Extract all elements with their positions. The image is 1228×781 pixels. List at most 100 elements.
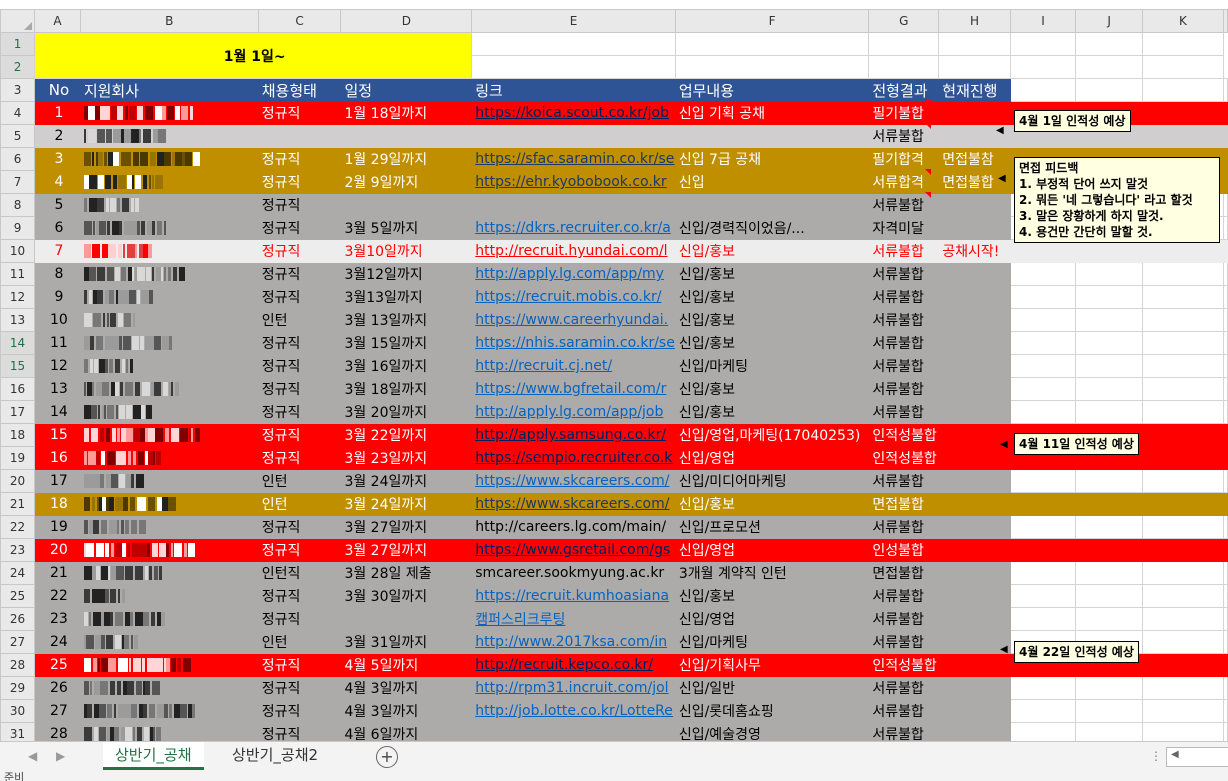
- column-header-I[interactable]: I: [1009, 9, 1077, 33]
- link-text[interactable]: https://www.skcareers.com/: [475, 473, 669, 489]
- header-date[interactable]: 일정: [340, 78, 473, 102]
- empty-cell[interactable]: [1223, 308, 1228, 332]
- add-sheet-icon[interactable]: +: [376, 746, 398, 768]
- company-cell[interactable]: [79, 101, 259, 125]
- row-header-25[interactable]: 25: [0, 584, 36, 608]
- header-company[interactable]: 지원회사: [79, 78, 259, 102]
- row-header-19[interactable]: 19: [0, 446, 36, 470]
- result-cell[interactable]: 서류불합: [868, 239, 940, 263]
- task-cell[interactable]: 신입/미디어마케팅: [674, 469, 870, 493]
- company-cell[interactable]: [79, 377, 259, 401]
- status-cell[interactable]: [938, 400, 1011, 424]
- row-header-23[interactable]: 23: [0, 538, 36, 562]
- date-cell[interactable]: 1월 18일까지: [340, 101, 473, 125]
- status-cell[interactable]: [938, 377, 1011, 401]
- empty-cell[interactable]: [1223, 607, 1228, 631]
- task-cell[interactable]: 신입/마케팅: [674, 630, 870, 654]
- empty-cell[interactable]: [868, 55, 940, 79]
- no-cell[interactable]: 16: [34, 446, 81, 470]
- horizontal-scrollbar[interactable]: ◀: [1166, 747, 1228, 767]
- date-cell[interactable]: 3월 31일까지: [340, 630, 473, 654]
- task-cell[interactable]: 신입/홍보: [674, 308, 870, 332]
- no-cell[interactable]: 22: [34, 584, 81, 608]
- type-cell[interactable]: 인턴직: [257, 561, 342, 585]
- empty-cell[interactable]: [1223, 400, 1228, 424]
- empty-cell[interactable]: [1223, 285, 1228, 309]
- sheet-tab-1[interactable]: 상반기_공채: [103, 742, 204, 770]
- empty-cell[interactable]: [674, 55, 870, 79]
- link-text[interactable]: https://recruit.mobis.co.kr/: [475, 289, 661, 305]
- empty-cell[interactable]: [1141, 308, 1225, 332]
- status-cell[interactable]: [938, 469, 1011, 493]
- empty-cell[interactable]: [1075, 377, 1143, 401]
- comment-box-samsung[interactable]: 4월 11일 인적성 예상: [1014, 433, 1139, 455]
- task-cell[interactable]: [674, 124, 870, 148]
- row-header-4[interactable]: 4: [0, 101, 36, 125]
- empty-cell[interactable]: [938, 32, 1011, 56]
- type-cell[interactable]: 정규직: [257, 331, 342, 355]
- empty-cell[interactable]: [1075, 515, 1143, 539]
- date-cell[interactable]: 3월12일까지: [340, 262, 473, 286]
- date-cell[interactable]: 2월 9일까지: [340, 170, 473, 194]
- comment-indicator-icon[interactable]: [925, 169, 931, 175]
- empty-cell[interactable]: [1075, 331, 1143, 355]
- company-cell[interactable]: [79, 561, 259, 585]
- status-cell[interactable]: [938, 101, 1011, 125]
- company-cell[interactable]: [79, 285, 259, 309]
- company-cell[interactable]: [79, 423, 259, 447]
- status-cell[interactable]: [938, 561, 1011, 585]
- row-header-29[interactable]: 29: [0, 676, 36, 700]
- empty-cell[interactable]: [1141, 400, 1225, 424]
- date-cell[interactable]: 3월 24일까지: [340, 469, 473, 493]
- task-cell[interactable]: 신입/영업,마케팅(17040253): [674, 423, 870, 447]
- task-cell[interactable]: 신입/영업: [674, 538, 870, 562]
- empty-cell[interactable]: [1141, 653, 1225, 677]
- empty-cell[interactable]: [1075, 699, 1143, 723]
- status-cell[interactable]: [938, 584, 1011, 608]
- result-cell[interactable]: 서류불합: [868, 331, 940, 355]
- company-cell[interactable]: [79, 584, 259, 608]
- empty-cell[interactable]: [1141, 538, 1225, 562]
- date-cell[interactable]: 3월13일까지: [340, 285, 473, 309]
- result-cell[interactable]: 서류불합: [868, 469, 940, 493]
- empty-cell[interactable]: [1009, 400, 1077, 424]
- link-text[interactable]: https://sfac.saramin.co.kr/se: [475, 151, 674, 167]
- empty-cell[interactable]: [1223, 124, 1228, 148]
- column-header-H[interactable]: H: [938, 9, 1011, 33]
- link-cell[interactable]: https://nhis.saramin.co.kr/se: [471, 331, 676, 355]
- status-cell[interactable]: [938, 354, 1011, 378]
- result-cell[interactable]: 인적성불합: [868, 653, 940, 677]
- status-cell[interactable]: [938, 308, 1011, 332]
- row-header-22[interactable]: 22: [0, 515, 36, 539]
- no-cell[interactable]: 21: [34, 561, 81, 585]
- status-cell[interactable]: [938, 193, 1011, 217]
- link-cell[interactable]: 캠퍼스리크루팅: [471, 607, 676, 631]
- row-header-10[interactable]: 10: [0, 239, 36, 263]
- type-cell[interactable]: 인턴: [257, 630, 342, 654]
- empty-cell[interactable]: [868, 32, 940, 56]
- date-cell[interactable]: 3월 28일 제출: [340, 561, 473, 585]
- empty-cell[interactable]: [1223, 216, 1228, 240]
- type-cell[interactable]: 정규직: [257, 676, 342, 700]
- empty-cell[interactable]: [1223, 170, 1228, 194]
- status-cell[interactable]: 면접불참: [938, 147, 1011, 171]
- empty-cell[interactable]: [1009, 676, 1077, 700]
- company-cell[interactable]: [79, 630, 259, 654]
- row-header-31[interactable]: 31: [0, 722, 36, 741]
- type-cell[interactable]: 정규직: [257, 377, 342, 401]
- link-text[interactable]: http://recruit.kepco.co.kr/: [475, 657, 653, 673]
- empty-cell[interactable]: [1009, 331, 1077, 355]
- comment-box-interview-date[interactable]: 4월 1일 인적성 예상: [1014, 110, 1131, 132]
- company-cell[interactable]: [79, 538, 259, 562]
- date-cell[interactable]: 3월 27일까지: [340, 538, 473, 562]
- result-cell[interactable]: 서류불합: [868, 699, 940, 723]
- type-cell[interactable]: 정규직: [257, 400, 342, 424]
- link-cell[interactable]: https://sfac.saramin.co.kr/se: [471, 147, 676, 171]
- scroll-left-arrow-icon[interactable]: ◀: [1171, 749, 1179, 760]
- empty-cell[interactable]: [471, 32, 676, 56]
- date-cell[interactable]: 3월 13일까지: [340, 308, 473, 332]
- empty-cell[interactable]: [471, 55, 676, 79]
- column-header-C[interactable]: C: [257, 9, 342, 33]
- task-cell[interactable]: 신입/마케팅: [674, 354, 870, 378]
- row-header-5[interactable]: 5: [0, 124, 36, 148]
